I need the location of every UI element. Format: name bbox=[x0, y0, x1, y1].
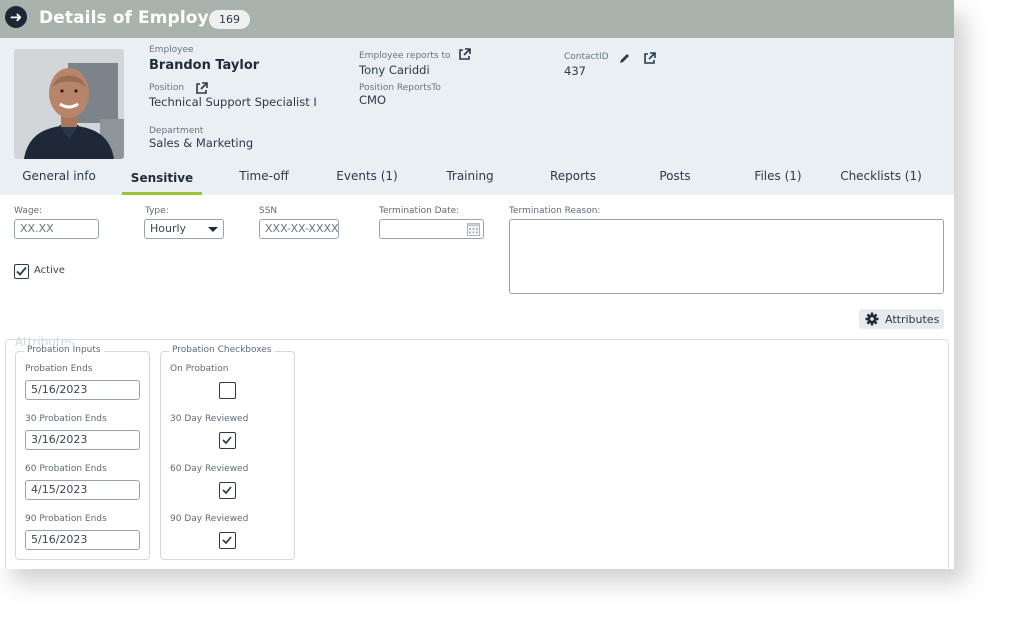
position-reports-to-label: Position ReportsTo bbox=[359, 83, 441, 93]
department-label: Department bbox=[149, 126, 204, 136]
30-day-reviewed-label: 30 Day Reviewed bbox=[170, 414, 249, 424]
60-probation-ends-label: 60 Probation Ends bbox=[25, 464, 107, 474]
termination-date-label: Termination Date: bbox=[379, 206, 460, 216]
on-probation-checkbox[interactable] bbox=[219, 382, 236, 399]
type-select[interactable]: Hourly bbox=[144, 219, 224, 239]
tab-general-info[interactable]: General info bbox=[16, 163, 102, 193]
termination-date-input[interactable] bbox=[379, 219, 484, 239]
60-day-reviewed-checkbox[interactable] bbox=[219, 482, 236, 499]
calendar-icon[interactable] bbox=[467, 222, 480, 238]
ssn-input[interactable]: XXX-XX-XXXX bbox=[259, 219, 339, 239]
30-probation-ends-input[interactable]: 3/16/2023 bbox=[25, 430, 140, 450]
90-day-reviewed-label: 90 Day Reviewed bbox=[170, 514, 249, 524]
pencil-edit-icon[interactable] bbox=[617, 51, 631, 65]
on-probation-label: On Probation bbox=[170, 364, 229, 374]
contact-id-label: ContactID bbox=[564, 52, 609, 62]
position-reports-to-value: CMO bbox=[359, 93, 387, 107]
gear-icon bbox=[865, 312, 879, 326]
employee-photo bbox=[14, 49, 124, 159]
tab-reports[interactable]: Reports bbox=[540, 163, 606, 193]
tab-events[interactable]: Events (1) bbox=[330, 163, 404, 193]
30-probation-ends-label: 30 Probation Ends bbox=[25, 414, 107, 424]
external-link-icon[interactable] bbox=[642, 51, 656, 65]
probation-ends-label: Probation Ends bbox=[25, 364, 93, 374]
60-day-reviewed-label: 60 Day Reviewed bbox=[170, 464, 249, 474]
tab-posts[interactable]: Posts bbox=[650, 163, 700, 193]
tab-checklists[interactable]: Checklists (1) bbox=[836, 163, 926, 193]
department-value: Sales & Marketing bbox=[149, 136, 254, 150]
reports-to-value: Tony Cariddi bbox=[359, 63, 430, 77]
reports-to-label: Employee reports to bbox=[359, 51, 451, 61]
probation-ends-input[interactable]: 5/16/2023 bbox=[25, 380, 140, 400]
title-bar: ➜ Details of Employee 169 bbox=[0, 0, 954, 38]
60-probation-ends-input[interactable]: 4/15/2023 bbox=[25, 480, 140, 500]
90-probation-ends-input[interactable]: 5/16/2023 bbox=[25, 530, 140, 550]
probation-inputs-title: Probation Inputs bbox=[24, 345, 104, 355]
90-day-reviewed-checkbox[interactable] bbox=[219, 532, 236, 549]
probation-checkboxes-title: Probation Checkboxes bbox=[169, 345, 275, 355]
90-probation-ends-label: 90 Probation Ends bbox=[25, 514, 107, 524]
record-count-badge: 169 bbox=[209, 10, 250, 29]
tab-files[interactable]: Files (1) bbox=[748, 163, 808, 193]
wage-input[interactable]: XX.XX bbox=[14, 219, 99, 239]
tab-bar: General info Sensitive Time-off Events (… bbox=[0, 163, 954, 195]
employee-details-window: ➜ Details of Employee 169 Employee Brand… bbox=[0, 0, 954, 569]
tab-time-off[interactable]: Time-off bbox=[228, 163, 300, 193]
back-arrow-icon[interactable]: ➜ bbox=[5, 6, 27, 28]
employee-label: Employee bbox=[149, 45, 194, 55]
contact-id-value: 437 bbox=[564, 64, 586, 78]
termination-reason-label: Termination Reason: bbox=[509, 206, 601, 216]
tab-training[interactable]: Training bbox=[436, 163, 504, 193]
tab-sensitive[interactable]: Sensitive bbox=[122, 165, 202, 195]
attributes-button-label: Attributes bbox=[885, 312, 940, 326]
window-title: Details of Employee bbox=[39, 8, 232, 28]
termination-reason-textarea[interactable] bbox=[509, 219, 944, 294]
attributes-button[interactable]: Attributes bbox=[859, 309, 944, 329]
30-day-reviewed-checkbox[interactable] bbox=[219, 432, 236, 449]
type-label: Type: bbox=[145, 206, 169, 216]
external-link-icon[interactable] bbox=[457, 47, 471, 61]
position-label: Position bbox=[149, 83, 185, 93]
dropdown-arrow-icon bbox=[208, 220, 218, 238]
employee-name: Brandon Taylor bbox=[149, 58, 260, 73]
type-select-value: Hourly bbox=[150, 222, 187, 235]
position-value: Technical Support Specialist I bbox=[149, 95, 317, 109]
active-checkbox[interactable] bbox=[14, 264, 29, 279]
external-link-icon[interactable] bbox=[194, 81, 208, 95]
active-label: Active bbox=[34, 265, 65, 276]
wage-label: Wage: bbox=[14, 206, 43, 216]
ssn-label: SSN bbox=[259, 206, 278, 216]
employee-avatar-image bbox=[14, 49, 124, 159]
